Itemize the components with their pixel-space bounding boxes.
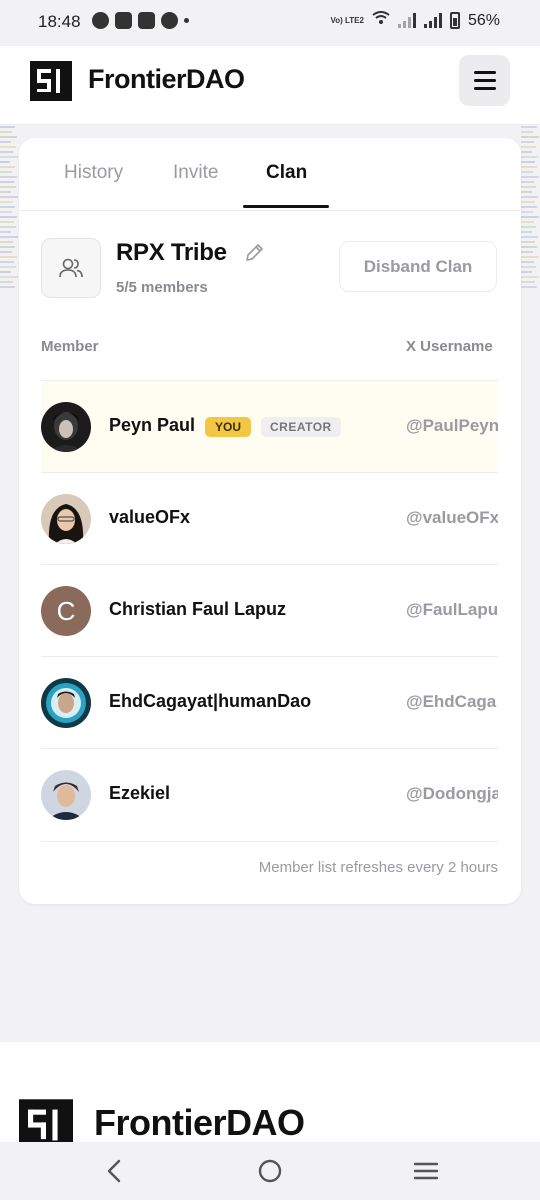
home-icon[interactable] xyxy=(255,1156,285,1186)
system-navigation-bar xyxy=(0,1142,540,1200)
x-username[interactable]: @EhdCaga xyxy=(406,692,498,712)
member-name: Christian Faul Lapuz xyxy=(109,599,287,619)
member-row[interactable]: valueOFx @valueOFx xyxy=(41,472,498,565)
tab-history[interactable]: History xyxy=(64,162,123,184)
x-username[interactable]: @valueOFx xyxy=(406,508,498,528)
menu-line-icon xyxy=(473,79,496,82)
render-artifact-left xyxy=(0,126,19,296)
clan-card: History Invite Clan RPX Tribe 5/5 member… xyxy=(19,138,521,904)
you-badge: YOU xyxy=(205,417,252,437)
avatar: C xyxy=(41,586,91,636)
app-icon xyxy=(138,12,155,29)
menu-line-icon xyxy=(473,87,496,90)
notification-icons xyxy=(92,12,189,29)
lte-label: Vo) LTE2 xyxy=(330,15,364,25)
avatar xyxy=(41,770,91,820)
render-artifact-right xyxy=(521,126,540,296)
frontierdao-logo-icon xyxy=(30,61,72,101)
facebook-icon xyxy=(92,12,109,29)
recents-icon[interactable] xyxy=(411,1156,441,1186)
active-tab-indicator xyxy=(243,205,329,208)
menu-line-icon xyxy=(473,71,496,74)
x-username[interactable]: @Dodongja xyxy=(406,784,498,804)
table-divider xyxy=(41,841,498,842)
member-name: EhdCagayat|humanDao xyxy=(109,691,312,711)
hamburger-menu-button[interactable] xyxy=(459,55,510,106)
status-time: 18:48 xyxy=(38,12,81,31)
member-name: Peyn Paul xyxy=(109,415,196,435)
x-username[interactable]: @FaulLapu xyxy=(406,600,498,620)
battery-icon xyxy=(449,12,460,29)
users-icon xyxy=(59,258,83,278)
member-row[interactable]: EhdCagayat|humanDao @EhdCaga xyxy=(41,656,498,749)
page-footer: FrontierDAO xyxy=(0,1042,540,1142)
signal-icon-1 xyxy=(397,13,416,28)
mail-icon xyxy=(115,12,132,29)
pencil-icon[interactable] xyxy=(243,242,265,264)
brand-name[interactable]: FrontierDAO xyxy=(88,64,245,95)
tab-clan[interactable]: Clan xyxy=(266,162,307,184)
wifi-icon xyxy=(372,11,390,30)
member-row[interactable]: C Christian Faul Lapuz @FaulLapu xyxy=(41,564,498,657)
member-row[interactable]: Peyn Paul YOU CREATOR @PaulPeyn xyxy=(41,380,498,473)
frontierdao-logo-icon xyxy=(19,1099,73,1142)
member-name: Ezekiel xyxy=(109,783,171,803)
tab-bar: History Invite Clan xyxy=(19,138,521,211)
discord-icon xyxy=(161,12,178,29)
tab-invite[interactable]: Invite xyxy=(173,162,218,184)
clan-name: RPX Tribe xyxy=(116,239,227,266)
avatar xyxy=(41,494,91,544)
footer-brand[interactable]: FrontierDAO xyxy=(94,1102,305,1142)
refresh-note: Member list refreshes every 2 hours xyxy=(258,859,498,876)
avatar xyxy=(41,678,91,728)
x-username[interactable]: @PaulPeyn xyxy=(406,416,498,436)
signal-icon-2 xyxy=(423,13,442,28)
member-name: valueOFx xyxy=(109,507,191,527)
clan-member-count: 5/5 members xyxy=(116,279,208,296)
creator-badge: CREATOR xyxy=(261,417,341,437)
more-notifications-dot xyxy=(184,18,189,23)
back-icon[interactable] xyxy=(100,1156,130,1186)
column-header-x-username: X Username xyxy=(406,338,493,355)
member-row[interactable]: Ezekiel @Dodongja xyxy=(41,748,498,841)
app-header: FrontierDAO xyxy=(0,46,540,125)
avatar xyxy=(41,402,91,452)
system-icons: Vo) LTE2 56% xyxy=(330,11,500,30)
column-header-member: Member xyxy=(41,338,99,355)
battery-percent: 56% xyxy=(467,11,500,29)
clan-avatar xyxy=(41,238,101,298)
status-bar: 18:48 Vo) LTE2 56% xyxy=(0,0,540,46)
disband-clan-button[interactable]: Disband Clan xyxy=(339,241,497,292)
